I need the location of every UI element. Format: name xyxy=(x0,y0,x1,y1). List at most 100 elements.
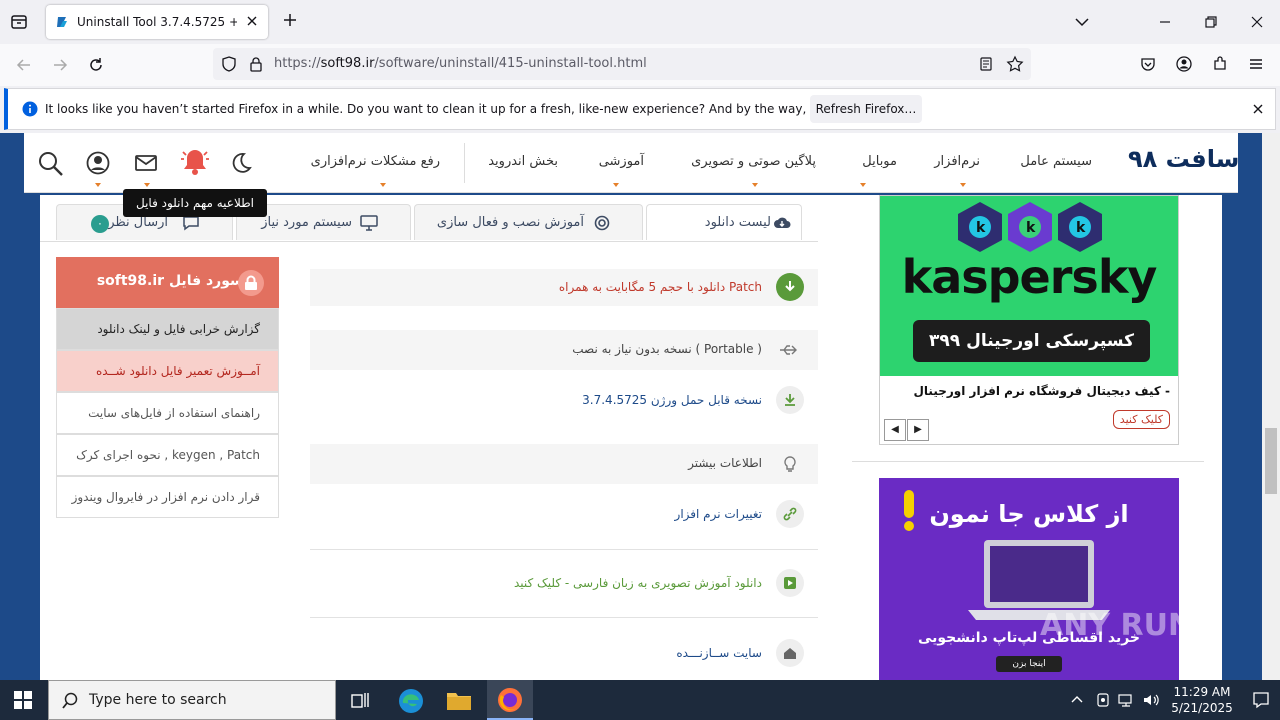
sidebar-item-site-guide[interactable]: راهنمای استفاده از فایل‌های سایت xyxy=(56,392,279,434)
chevron-up-icon[interactable] xyxy=(1070,693,1084,707)
firefox-taskbar-button[interactable] xyxy=(487,680,533,720)
app-menu-icon[interactable] xyxy=(1248,56,1264,72)
pocket-icon[interactable] xyxy=(1140,56,1156,72)
ad-next-icon[interactable]: ▶ xyxy=(907,419,929,441)
ad-title: از کلاس جا نمون xyxy=(929,500,1129,528)
network-icon[interactable] xyxy=(1118,692,1136,708)
changelog-row[interactable]: تغییرات نرم افزار xyxy=(310,499,818,529)
chevron-down-icon xyxy=(860,183,866,187)
address-bar[interactable]: https://soft98.ir/software/uninstall/415… xyxy=(213,48,1031,80)
chevron-down-icon xyxy=(960,183,966,187)
volume-icon[interactable] xyxy=(1142,692,1160,708)
account-icon[interactable] xyxy=(1176,56,1192,72)
url-text[interactable]: https://soft98.ir/software/uninstall/415… xyxy=(274,56,647,71)
tab-title: Uninstall Tool 3.7.4.5725 + Portable xyxy=(77,15,237,29)
ad-kaspersky[interactable]: kkk kaspersky کسپرسکی اورجینال ۳۹۹ تومن … xyxy=(879,195,1179,445)
tracking-shield-icon[interactable] xyxy=(221,56,237,72)
notification-center-icon[interactable] xyxy=(1252,691,1270,709)
maker-site-row[interactable]: سایت ســازنـــده xyxy=(310,638,818,668)
edge-icon[interactable] xyxy=(398,688,424,714)
sidebar-item-repair-file[interactable]: آمــوزش تعمیر فایل دانلود شــده xyxy=(56,350,279,392)
menu-tutorials[interactable]: آموزشی xyxy=(599,154,644,169)
clock[interactable]: 11:29 AM 5/21/2025 xyxy=(1166,684,1238,716)
extensions-icon[interactable] xyxy=(1212,56,1228,72)
list-all-tabs-icon[interactable] xyxy=(1074,14,1090,30)
page-scrollbar[interactable] xyxy=(1262,133,1280,680)
maker-site-link[interactable]: سایت ســازنـــده xyxy=(676,646,762,660)
minimize-icon[interactable] xyxy=(1157,14,1173,30)
cloud-download-icon xyxy=(774,217,791,228)
password-value[interactable]: soft98.ir xyxy=(97,273,164,289)
close-window-icon[interactable] xyxy=(1249,14,1265,30)
chevron-down-icon xyxy=(144,183,150,187)
mail-icon[interactable] xyxy=(134,152,158,174)
forward-icon[interactable] xyxy=(51,56,69,74)
changelog-link[interactable]: تغییرات نرم افزار xyxy=(675,507,762,521)
ad-offer-banner: کسپرسکی اورجینال ۳۹۹ تومن xyxy=(913,320,1150,393)
sidebar-item-report-broken[interactable]: گزارش خرابی فایل و لینک دانلود xyxy=(56,308,279,350)
menu-software[interactable]: نرم‌افزار xyxy=(934,154,980,169)
sidebar-item-crack-guide[interactable]: نحوه اجرای کرک , keygen , Patch xyxy=(56,434,279,476)
back-icon[interactable] xyxy=(15,56,33,74)
url-scheme: https:// xyxy=(274,56,321,71)
tab-list-icon[interactable] xyxy=(10,13,28,31)
windows-start-icon[interactable] xyxy=(14,691,32,709)
lifebuoy-icon xyxy=(594,215,610,231)
url-path: /software/uninstall/415-uninstall-tool.h… xyxy=(374,56,647,71)
search-icon[interactable] xyxy=(38,151,64,177)
ad-click-button[interactable]: کلیک کنید xyxy=(1112,410,1170,429)
download-icon xyxy=(776,273,804,301)
device-icon[interactable] xyxy=(1095,692,1111,708)
site-logo[interactable]: سافت ۹۸ xyxy=(1128,145,1239,173)
menu-troubleshoot[interactable]: رفع مشکلات نرم‌افزاری xyxy=(311,154,440,169)
reader-view-icon[interactable] xyxy=(978,56,994,72)
tab-close-icon[interactable] xyxy=(245,14,259,28)
tab-label: ارسال نظر xyxy=(108,215,168,230)
tutorial-row[interactable]: دانلود آموزش تصویری به زبان فارسی - کلیک… xyxy=(310,568,818,598)
menu-mobile[interactable]: موبایل xyxy=(862,154,897,169)
clock-date: 5/21/2025 xyxy=(1171,701,1233,715)
scrollbar-thumb[interactable] xyxy=(1265,428,1277,494)
task-view-icon[interactable] xyxy=(350,691,370,709)
site-favicon-icon xyxy=(55,15,69,29)
tutorial-link[interactable]: دانلود آموزش تصویری به زبان فارسی - کلیک… xyxy=(514,576,762,590)
download-row-patch[interactable]: دانلود با حجم 5 مگابایت به همراه Patch xyxy=(310,269,818,306)
menu-os[interactable]: سیستم عامل xyxy=(1020,154,1092,169)
taskbar-search-box[interactable]: Type here to search xyxy=(48,680,336,720)
notification-bell-icon[interactable] xyxy=(178,146,212,178)
new-tab-icon[interactable] xyxy=(282,12,298,28)
tab-install-guide[interactable]: آموزش نصب و فعال سازی xyxy=(414,204,643,240)
file-explorer-icon[interactable] xyxy=(446,689,472,711)
menu-divider xyxy=(464,143,465,183)
download-link-text[interactable]: نسخه قابل حمل ورژن 3.7.4.5725 xyxy=(582,393,762,407)
tab-divider xyxy=(40,241,818,242)
firefox-notification-bar: It looks like you haven’t started Firefo… xyxy=(4,88,1276,130)
ad-prev-icon[interactable]: ◀ xyxy=(884,419,906,441)
lightbulb-icon xyxy=(784,456,796,472)
notification-tooltip: اطلاعیه مهم دانلود فایل xyxy=(123,189,267,217)
restore-icon[interactable] xyxy=(1203,14,1219,30)
download-row-portable[interactable]: نسخه قابل حمل ورژن 3.7.4.5725 xyxy=(310,385,818,415)
tab-download-list[interactable]: لیست دانلود xyxy=(646,204,802,240)
bookmark-star-icon[interactable] xyxy=(1006,55,1024,73)
ad-laptop[interactable]: از کلاس جا نمون خرید اقساطی لپ‌تاپ دانشج… xyxy=(879,478,1179,680)
navigation-toolbar: https://soft98.ir/software/uninstall/415… xyxy=(0,44,1280,86)
reload-icon[interactable] xyxy=(87,56,105,74)
search-icon xyxy=(62,692,78,709)
ad-text[interactable]: کیف دیجیتال فروشگاه نرم افزار اورجینال - xyxy=(914,384,1170,398)
menu-android[interactable]: بخش اندروید xyxy=(488,154,558,169)
ad-cta-button[interactable]: اینجا بزن xyxy=(996,656,1062,672)
notification-close-icon[interactable] xyxy=(1251,102,1265,116)
download-link-text[interactable]: دانلود با حجم 5 مگابایت به همراه Patch xyxy=(559,280,762,294)
menu-plugins[interactable]: پلاگین صوتی و تصویری xyxy=(691,154,816,169)
dark-mode-moon-icon[interactable] xyxy=(229,151,253,175)
url-host: soft98.ir xyxy=(320,56,375,71)
section-title: نسخه بدون نیاز به نصب ( Portable ) xyxy=(572,342,762,356)
usb-icon xyxy=(780,345,797,355)
browser-tab[interactable]: Uninstall Tool 3.7.4.5725 + Portable xyxy=(46,5,268,39)
sidebar-item-firewall[interactable]: قرار دادن نرم افزار در فایروال ویندوز xyxy=(56,476,279,518)
user-account-icon[interactable] xyxy=(86,151,110,175)
chevron-down-icon xyxy=(95,183,101,187)
lock-icon[interactable] xyxy=(249,56,263,72)
refresh-firefox-button[interactable]: Refresh Firefox… xyxy=(810,95,922,123)
